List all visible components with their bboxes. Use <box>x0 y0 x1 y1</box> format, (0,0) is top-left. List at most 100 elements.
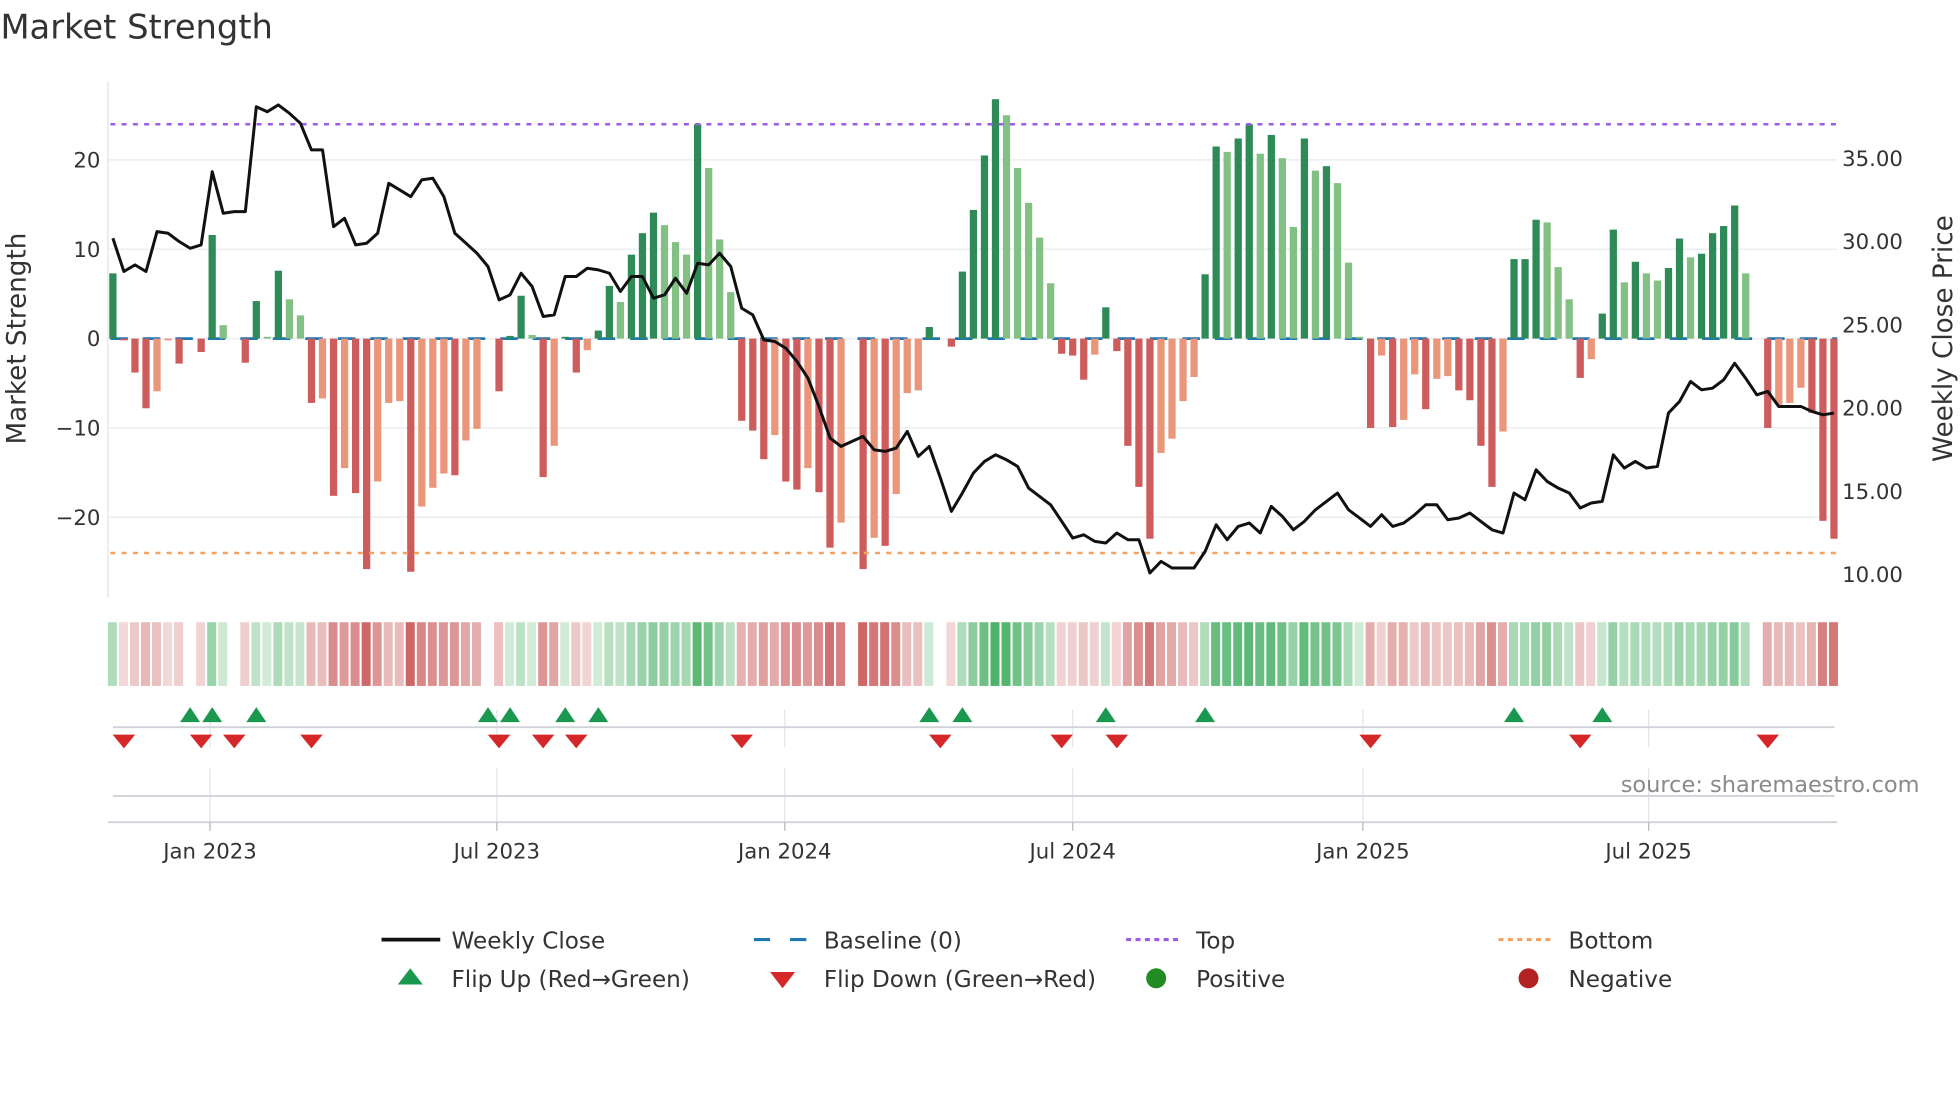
heat-cell <box>626 622 636 686</box>
heat-cell <box>1575 622 1585 686</box>
strength-bar <box>1565 299 1573 339</box>
strength-bar <box>1543 222 1551 339</box>
strength-bar <box>451 338 459 476</box>
strength-bar <box>1576 338 1584 378</box>
heat-cell <box>1464 622 1474 686</box>
heat-cell <box>262 622 272 686</box>
strength-bar <box>1091 338 1099 355</box>
heat-cell <box>1365 622 1375 686</box>
strength-bar <box>506 335 514 339</box>
strength-bar <box>638 233 647 339</box>
strength-bar <box>539 338 547 478</box>
strength-bar <box>263 336 271 339</box>
strength-bar <box>738 338 746 421</box>
heat-cell <box>1354 622 1364 686</box>
heat-cell <box>1288 622 1298 686</box>
strength-bar <box>1400 338 1408 420</box>
strength-bar <box>1642 273 1651 339</box>
heat-cell <box>1387 622 1397 686</box>
strength-bar <box>837 338 845 523</box>
x-tick-label: Jan 2023 <box>161 839 257 864</box>
heat-cell <box>1189 622 1199 686</box>
strength-bar <box>1830 338 1838 539</box>
heat-cell <box>317 622 327 686</box>
heat-cell <box>1553 622 1563 686</box>
legend-label: Flip Down (Green→Red) <box>824 967 1096 993</box>
strength-bar <box>727 292 735 339</box>
strength-bar <box>473 338 481 429</box>
strength-bar <box>131 338 139 373</box>
y-axis-label: Market Strength <box>2 233 32 445</box>
strength-bar <box>616 301 625 339</box>
strength-bar <box>1797 338 1805 388</box>
heat-cell <box>163 622 173 686</box>
heat-cell <box>604 622 614 686</box>
flip-up-marker <box>1504 707 1525 723</box>
heat-cell <box>1299 622 1309 686</box>
strength-bar <box>1466 338 1474 401</box>
legend-label: Negative <box>1568 967 1672 993</box>
strength-bar <box>407 338 415 572</box>
flip-down-marker <box>1756 734 1780 749</box>
heat-cell <box>1531 622 1541 686</box>
heat-cell <box>659 622 669 686</box>
heat-cell <box>1409 622 1419 686</box>
heat-cell <box>1542 622 1552 686</box>
strength-bar <box>1444 338 1452 377</box>
heat-cell <box>703 622 713 686</box>
strength-bar <box>870 338 878 538</box>
strength-bar <box>1808 338 1816 413</box>
heat-cell <box>1586 622 1596 686</box>
heat-cell <box>218 622 228 686</box>
heat-cell <box>1453 622 1463 686</box>
strength-bar <box>881 338 889 546</box>
strength-bar <box>1697 253 1706 339</box>
heat-cell <box>427 622 437 686</box>
chart-title: Market Strength <box>0 8 272 47</box>
flip-down-marker <box>565 734 588 749</box>
strength-bar <box>1190 338 1198 378</box>
strength-bar <box>1378 338 1386 356</box>
heat-cell <box>405 622 415 686</box>
strength-bar <box>385 338 393 403</box>
strength-bar <box>1587 338 1595 360</box>
heat-cell <box>1222 622 1232 686</box>
y2-tick-label: 15.00 <box>1842 480 1903 505</box>
strength-bar <box>1013 167 1022 339</box>
heat-cell <box>1707 622 1717 686</box>
strength-bar <box>826 338 834 548</box>
strength-bar <box>1488 338 1496 487</box>
strength-bar <box>1212 146 1220 339</box>
y2-axis-label: Weekly Close Price <box>1929 215 1959 462</box>
strength-bar <box>671 242 680 339</box>
y2-tick-label: 10.00 <box>1842 563 1903 588</box>
flip-down-marker <box>189 734 213 749</box>
strength-bar <box>1455 338 1463 391</box>
strength-bar <box>440 338 448 474</box>
heat-cell <box>140 622 150 686</box>
heat-cell <box>129 622 139 686</box>
legend-item: Positive <box>1146 967 1285 993</box>
strength-bar <box>120 338 128 341</box>
flip-up-marker <box>555 707 576 723</box>
heat-cell <box>913 622 923 686</box>
heat-cell <box>1144 622 1154 686</box>
flip-up-marker <box>1195 707 1216 723</box>
strength-bar <box>1080 338 1088 380</box>
heat-cell <box>946 622 956 686</box>
flip-up-marker <box>588 707 609 723</box>
strength-bar <box>749 338 757 431</box>
heat-cell <box>1520 622 1530 686</box>
strength-bar <box>1047 283 1055 339</box>
heat-cell <box>1652 622 1662 686</box>
strength-bar <box>1124 338 1132 446</box>
heat-cell <box>1773 622 1783 686</box>
heat-cell <box>1685 622 1695 686</box>
heat-cell <box>1641 622 1651 686</box>
heat-cell <box>471 622 481 686</box>
strength-bar <box>153 338 161 392</box>
strength-bar <box>550 338 558 446</box>
axis-ticks: 20 10 0 −10 −20 35.00 30.00 25.00 20.00 15.00 10.0… <box>56 147 1903 865</box>
flip-down-marker <box>1050 734 1073 749</box>
strength-bar <box>1477 338 1485 446</box>
